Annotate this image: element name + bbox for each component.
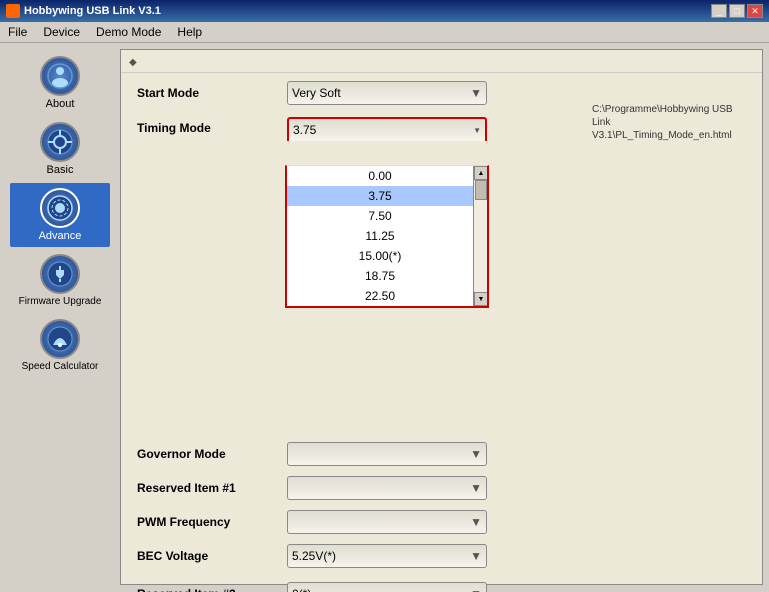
pwm-freq-label: PWM Frequency — [137, 515, 287, 529]
governor-mode-arrow: ▼ — [470, 447, 482, 461]
content-area: ◆ C:\Programme\Hobbywing USB Link V3.1\P… — [120, 49, 763, 585]
timing-mode-row: Timing Mode 3.75 ▼ 0.00 3.75 7.50 — [137, 117, 746, 284]
timing-options: 0.00 3.75 7.50 11.25 15.00(*) 18.75 22.5… — [287, 166, 473, 306]
sidebar-basic-label: Basic — [47, 164, 74, 176]
close-button[interactable]: ✕ — [747, 4, 763, 18]
timing-mode-value: 3.75 — [293, 123, 316, 137]
start-mode-row: Start Mode Very Soft ▼ — [137, 81, 746, 105]
start-mode-label: Start Mode — [137, 86, 287, 100]
timing-option-4[interactable]: 15.00(*) — [287, 246, 473, 266]
maximize-button[interactable]: □ — [729, 4, 745, 18]
window-controls: _ □ ✕ — [711, 4, 763, 18]
sidebar-item-advance[interactable]: Advance — [10, 183, 110, 247]
sidebar-firmware-label: Firmware Upgrade — [19, 296, 102, 307]
app-icon — [6, 4, 20, 18]
advance-icon — [40, 188, 80, 228]
reserved2-dropdown[interactable]: 0(*) ▼ — [287, 582, 487, 592]
sidebar-item-about[interactable]: About — [10, 51, 110, 115]
bec-voltage-value: 5.25V(*) — [292, 549, 336, 563]
menu-bar: File Device Demo Mode Help — [0, 22, 769, 43]
governor-mode-label: Governor Mode — [137, 447, 287, 461]
sidebar-item-firmware[interactable]: Firmware Upgrade — [10, 249, 110, 312]
reserved2-label: Reserved Item #2 — [137, 587, 287, 592]
sidebar-speed-label: Speed Calculator — [22, 361, 99, 372]
timing-mode-label: Timing Mode — [137, 117, 287, 135]
scrollbar-down-button[interactable]: ▼ — [474, 292, 488, 306]
timing-option-0[interactable]: 0.00 — [287, 166, 473, 186]
start-mode-value: Very Soft — [292, 86, 341, 100]
basic-icon — [40, 122, 80, 162]
window-title: Hobbywing USB Link V3.1 — [6, 4, 161, 18]
reserved1-dropdown[interactable]: ▼ — [287, 476, 487, 500]
content-header: ◆ — [121, 50, 762, 73]
timing-mode-arrow: ▼ — [473, 126, 481, 135]
reserved1-row: Reserved Item #1 ▼ — [137, 476, 746, 500]
title-bar: Hobbywing USB Link V3.1 _ □ ✕ — [0, 0, 769, 22]
minimize-button[interactable]: _ — [711, 4, 727, 18]
sidebar-about-label: About — [46, 98, 75, 110]
menu-help[interactable]: Help — [173, 24, 206, 40]
timing-option-1[interactable]: 3.75 — [287, 186, 473, 206]
reserved2-row: Reserved Item #2 0(*) ▼ — [137, 582, 746, 592]
governor-mode-row: Governor Mode ▼ — [137, 442, 746, 466]
reserved2-value: 0(*) — [292, 587, 311, 592]
menu-device[interactable]: Device — [39, 24, 84, 40]
reserved2-arrow: ▼ — [470, 587, 482, 592]
main-container: About Basic — [0, 43, 769, 591]
sidebar-item-speed[interactable]: Speed Calculator — [10, 314, 110, 377]
about-icon — [40, 56, 80, 96]
speed-icon — [40, 319, 80, 359]
pwm-freq-dropdown[interactable]: ▼ — [287, 510, 487, 534]
reserved1-label: Reserved Item #1 — [137, 481, 287, 495]
scrollbar-up-button[interactable]: ▲ — [474, 166, 488, 180]
content-body: C:\Programme\Hobbywing USB Link V3.1\PL_… — [121, 73, 762, 592]
governor-mode-dropdown[interactable]: ▼ — [287, 442, 487, 466]
sidebar-advance-label: Advance — [39, 230, 82, 242]
dropdown-scrollbar: ▲ ▼ — [473, 166, 487, 306]
timing-option-2[interactable]: 7.50 — [287, 206, 473, 226]
reserved1-arrow: ▼ — [470, 481, 482, 495]
scrollbar-thumb[interactable] — [475, 180, 487, 200]
menu-file[interactable]: File — [4, 24, 31, 40]
sidebar: About Basic — [0, 43, 120, 591]
bec-voltage-arrow: ▼ — [470, 549, 482, 563]
expand-icon: ◆ — [129, 57, 137, 68]
bec-voltage-dropdown[interactable]: 5.25V(*) ▼ — [287, 544, 487, 568]
start-mode-dropdown[interactable]: Very Soft ▼ — [287, 81, 487, 105]
menu-demo-mode[interactable]: Demo Mode — [92, 24, 165, 40]
timing-mode-dropdown-container: 3.75 ▼ 0.00 3.75 7.50 11.25 15.00(*) — [287, 117, 487, 284]
bec-voltage-row: BEC Voltage 5.25V(*) ▼ — [137, 544, 746, 568]
pwm-freq-row: PWM Frequency ▼ — [137, 510, 746, 534]
timing-option-6[interactable]: 22.50 — [287, 286, 473, 306]
start-mode-arrow: ▼ — [470, 86, 482, 100]
timing-mode-list: 0.00 3.75 7.50 11.25 15.00(*) 18.75 22.5… — [285, 165, 489, 308]
scrollbar-track — [474, 180, 487, 292]
bec-voltage-label: BEC Voltage — [137, 549, 287, 563]
firmware-icon — [40, 254, 80, 294]
pwm-freq-arrow: ▼ — [470, 515, 482, 529]
timing-mode-selected[interactable]: 3.75 ▼ — [287, 117, 487, 141]
timing-option-3[interactable]: 11.25 — [287, 226, 473, 246]
sidebar-item-basic[interactable]: Basic — [10, 117, 110, 181]
timing-option-5[interactable]: 18.75 — [287, 266, 473, 286]
